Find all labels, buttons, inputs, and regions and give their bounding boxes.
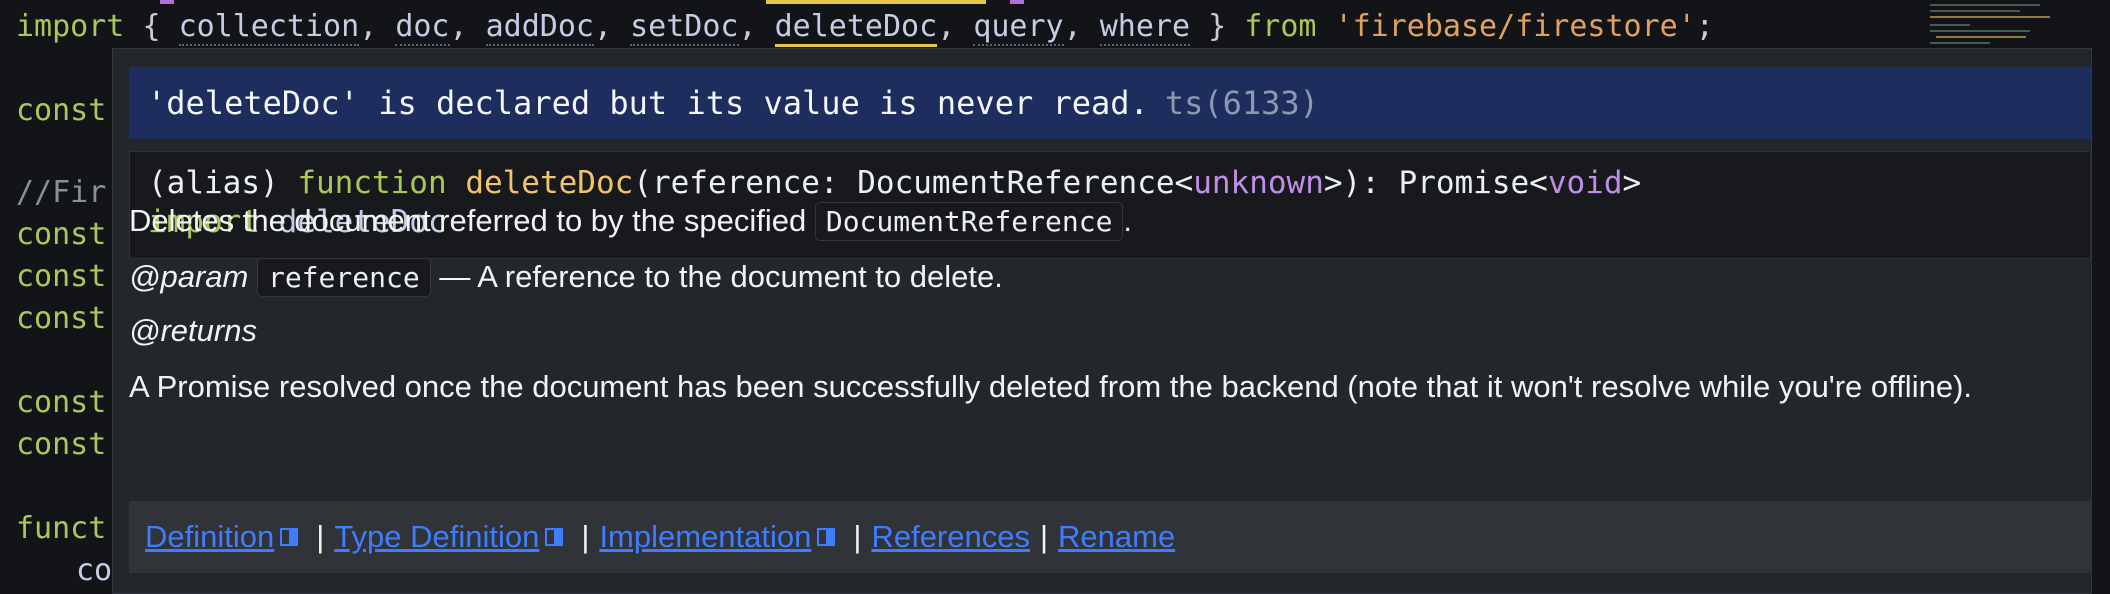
separator: |	[853, 519, 862, 554]
function-name: deleteDoc	[465, 165, 634, 201]
returns-description: A Promise resolved once the document has…	[129, 369, 1973, 404]
summary-text: Deletes the document referred to by the …	[129, 203, 807, 238]
code-line[interactable]: const	[16, 424, 106, 466]
doc-returns: A Promise resolved once the document has…	[129, 369, 1972, 405]
open-to-side-icon[interactable]	[817, 528, 836, 546]
diagnostic-message: 'deleteDoc' is declared but its value is…	[129, 67, 2091, 139]
diagnostic-text: 'deleteDoc' is declared but its value is…	[147, 84, 1149, 122]
imported-name[interactable]: where	[1099, 9, 1191, 46]
param-tag: @param	[129, 259, 249, 294]
from-keyword: from	[1244, 9, 1317, 44]
semicolon: ;	[1695, 9, 1714, 44]
signature-params: (reference: DocumentReference<	[633, 165, 1194, 201]
references-link[interactable]: References	[871, 519, 1030, 555]
summary-end: .	[1123, 203, 1133, 238]
rename-link[interactable]: Rename	[1058, 519, 1175, 555]
return-type: void	[1547, 165, 1623, 201]
doc-summary: Deletes the document referred to by the …	[129, 202, 1133, 241]
inline-code: DocumentReference	[814, 202, 1124, 241]
alias-label: (alias)	[148, 165, 279, 201]
hover-actions: Definition | Type Definition | Implement…	[129, 501, 2091, 573]
open-to-side-icon[interactable]	[545, 528, 564, 546]
implementation-link[interactable]: Implementation	[599, 519, 811, 555]
param-name: reference	[256, 258, 431, 297]
imported-name[interactable]: collection	[178, 9, 360, 46]
import-line[interactable]: import { collection, doc, addDoc, setDoc…	[16, 6, 1714, 48]
definition-link[interactable]: Definition	[145, 519, 274, 555]
separator: |	[1039, 519, 1049, 554]
warning-marker	[766, 0, 986, 4]
module-string[interactable]: 'firebase/firestore'	[1335, 9, 1696, 44]
imported-name[interactable]: query	[973, 9, 1064, 46]
code-line[interactable]: funct	[16, 508, 106, 550]
signature-close: >	[1622, 165, 1642, 201]
function-keyword: function	[297, 165, 447, 201]
type-definition-link[interactable]: Type Definition	[334, 519, 539, 555]
imported-name[interactable]: doc	[395, 9, 450, 46]
separator: |	[316, 519, 325, 554]
selection-marker	[1010, 0, 1024, 4]
imported-name[interactable]: addDoc	[485, 9, 594, 46]
diagnostic-code: ts(6133)	[1164, 84, 1319, 122]
param-description: — A reference to the document to delete.	[439, 259, 1003, 294]
code-line[interactable]: co	[76, 550, 112, 592]
code-line[interactable]: const	[16, 382, 106, 424]
signature-return: >): Promise<	[1323, 165, 1548, 201]
unused-import-name[interactable]: deleteDoc	[774, 9, 938, 47]
open-brace: {	[142, 9, 161, 44]
code-line[interactable]: const	[16, 90, 106, 132]
doc-returns-tag: @returns	[129, 313, 257, 349]
type-argument: unknown	[1193, 165, 1324, 201]
code-line[interactable]: const	[16, 256, 106, 298]
hover-tooltip: 'deleteDoc' is declared but its value is…	[112, 48, 2092, 594]
imported-name[interactable]: setDoc	[630, 9, 739, 46]
code-line[interactable]: //Fir	[16, 172, 106, 214]
open-to-side-icon[interactable]	[280, 528, 299, 546]
selection-marker	[160, 0, 174, 4]
separator: |	[581, 519, 590, 554]
import-keyword: import	[16, 9, 125, 44]
code-line[interactable]: const	[16, 298, 106, 340]
doc-param: @param reference — A reference to the do…	[129, 258, 1003, 297]
returns-tag: @returns	[129, 313, 257, 348]
close-brace: }	[1208, 9, 1227, 44]
code-line[interactable]: const	[16, 214, 106, 256]
